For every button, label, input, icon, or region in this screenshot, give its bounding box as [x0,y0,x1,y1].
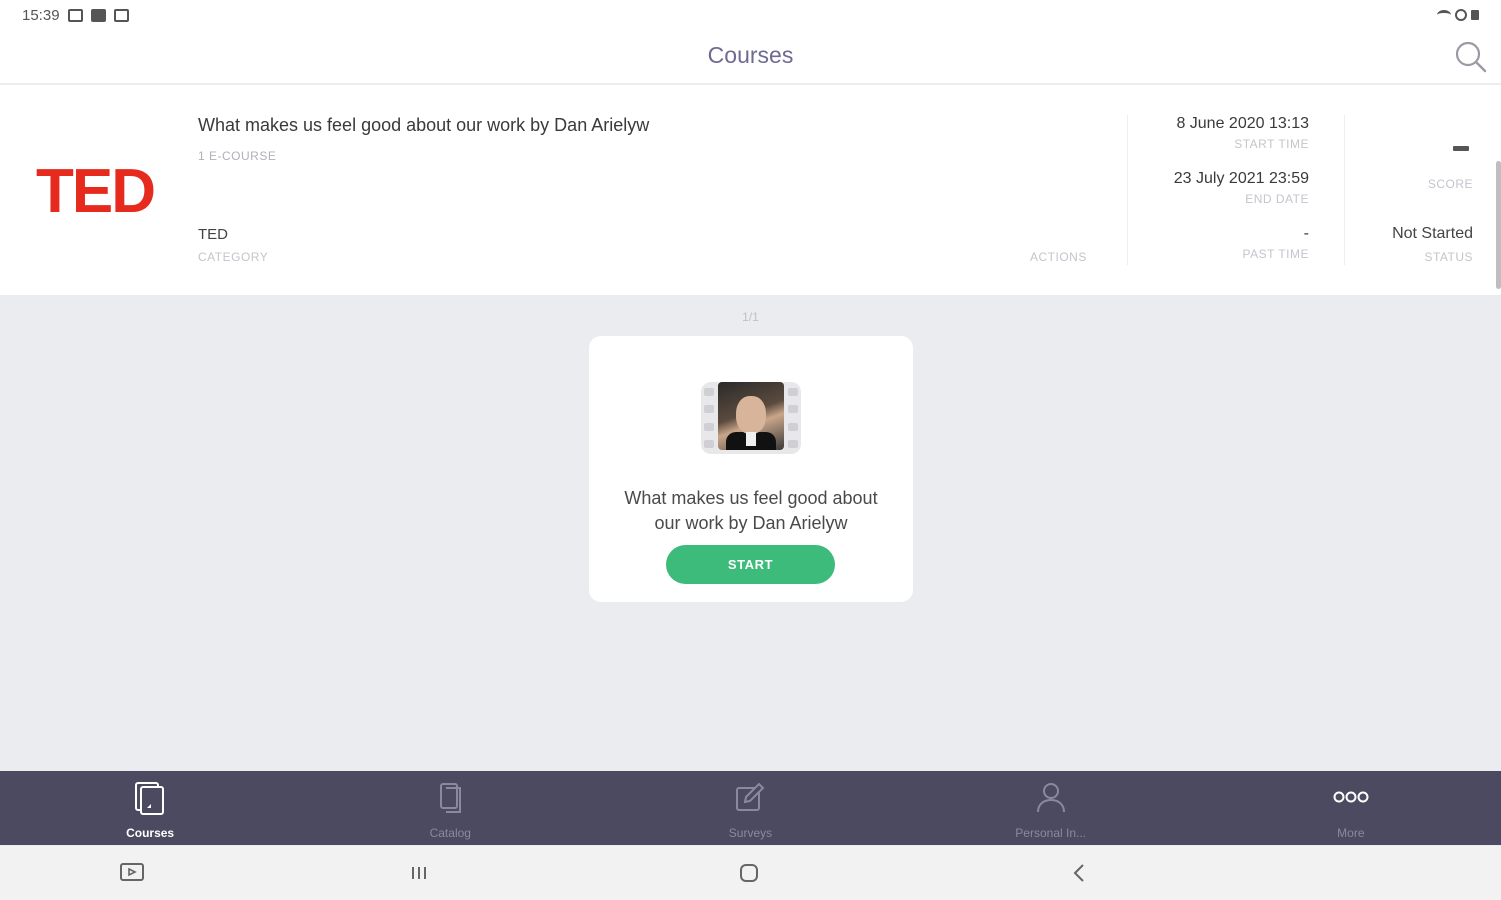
nav-item-courses[interactable]: Courses [0,771,300,845]
past-time-block: - PAST TIME [1242,225,1309,261]
scrollbar[interactable] [1496,161,1501,289]
app-notification-icon [90,8,106,22]
video-thumbnail [701,382,801,454]
score-label: SCORE [1427,177,1473,191]
screenshot-button[interactable] [118,859,146,887]
status-right [1437,9,1479,21]
status-bar: 15:39 [0,0,1501,30]
recent-apps-button[interactable] [405,859,433,887]
back-icon [1073,864,1084,882]
page-title: Courses [707,42,794,68]
system-nav-bar [0,846,1501,900]
home-button[interactable] [735,859,763,887]
nav-label-more: More [1337,826,1365,840]
category-label: CATEGORY [198,250,269,264]
course-title[interactable]: What makes us feel good about our work b… [198,115,649,136]
nav-label-courses: Courses [126,826,175,840]
back-button[interactable] [1065,859,1093,887]
more-icon [1333,791,1369,803]
surveys-icon [736,782,765,811]
image-notification-icon [113,8,129,22]
end-date-block: 23 July 2021 23:59 END DATE [1174,170,1309,206]
bottom-nav: Courses Catalog Surveys Personal In... M… [0,771,1501,845]
pager: 1/1 [742,310,759,324]
search-button[interactable] [1453,39,1489,75]
film-strip-left [704,388,716,448]
search-icon [1455,41,1487,73]
alarm-icon [1455,9,1467,21]
card-title: What makes us feel good about our work b… [624,488,878,533]
status-left: 15:39 [22,7,129,24]
category-value: TED [198,226,228,243]
start-time-value: 8 June 2020 13:13 [1176,115,1309,132]
end-date-value: 23 July 2021 23:59 [1173,170,1309,187]
start-time-label: START TIME [1234,137,1309,151]
person-icon [1036,783,1065,813]
column-divider [1344,115,1345,265]
actions-label: ACTIONS [1030,250,1087,264]
nav-label-surveys: Surveys [728,826,773,840]
nav-item-personal-info[interactable]: Personal In... [901,771,1201,845]
nav-label-catalog: Catalog [429,826,471,840]
home-icon [740,864,758,882]
course-row[interactable]: TED What makes us feel good about our wo… [0,85,1501,295]
score-value [1453,146,1469,151]
status-time: 15:39 [22,6,60,24]
status-value: Not Started [1392,225,1473,242]
nav-item-more[interactable]: More [1201,771,1501,845]
courses-icon [135,782,165,815]
recent-apps-icon [412,867,426,879]
past-time-value: - [1303,225,1309,242]
nav-label-personal-info: Personal In... [1015,826,1087,840]
gallery-notification-icon [67,8,83,22]
film-strip-right [788,388,800,448]
battery-icon [1471,10,1479,20]
column-divider [1127,115,1128,265]
nav-item-catalog[interactable]: Catalog [300,771,600,845]
screenshot-icon [120,863,144,881]
catalog-icon [440,783,462,813]
status-label: STATUS [1424,250,1473,264]
course-type: 1 E-COURSE [198,149,277,163]
wifi-icon [1437,10,1451,20]
past-time-label: PAST TIME [1242,247,1309,261]
start-button[interactable]: START [666,545,835,584]
speaker-photo [718,382,784,450]
end-date-label: END DATE [1245,192,1309,206]
ted-logo: TED [36,157,156,226]
start-time-block: 8 June 2020 13:13 START TIME [1176,115,1309,151]
nav-item-surveys[interactable]: Surveys [600,771,900,845]
app-header: Courses [0,30,1501,84]
course-card[interactable]: What makes us feel good about our work b… [589,336,913,602]
